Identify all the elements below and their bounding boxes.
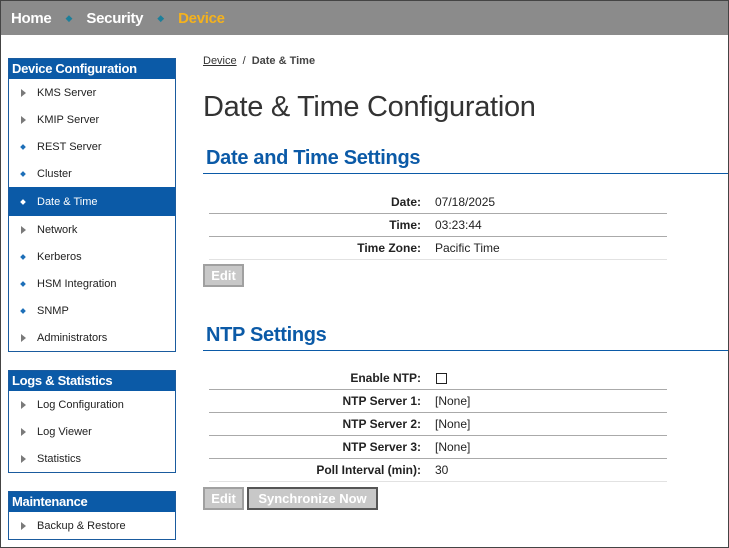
- field-label: NTP Server 3:: [342, 440, 422, 454]
- ntp-server-2-value: [None]: [435, 417, 471, 431]
- ntp-server-1-value: [None]: [435, 394, 471, 408]
- sidebar-item-backup-restore[interactable]: Backup & Restore: [9, 512, 175, 539]
- time-value: 03:23:44: [435, 218, 482, 232]
- date-time-settings-heading: Date and Time Settings: [203, 147, 728, 174]
- table-row: NTP Server 1: [None]: [209, 390, 667, 413]
- triangle-right-icon: [20, 88, 26, 97]
- diamond-bullet-icon: [20, 253, 26, 260]
- sidebar-item-date-time[interactable]: Date & Time: [9, 187, 175, 216]
- diamond-bullet-icon: [20, 280, 26, 287]
- device-configuration-panel: Device Configuration KMS Server KMIP Ser…: [8, 58, 176, 352]
- sidebar-item-administrators[interactable]: Administrators: [9, 324, 175, 351]
- ntp-settings-heading: NTP Settings: [203, 324, 728, 351]
- diamond-bullet-icon: [20, 170, 26, 177]
- sidebar-item-hsm-integration[interactable]: HSM Integration: [9, 270, 175, 297]
- field-label: NTP Server 2:: [342, 417, 422, 431]
- sidebar-item-kms-server[interactable]: KMS Server: [9, 79, 175, 106]
- triangle-right-icon: [20, 225, 26, 234]
- sidebar-item-network[interactable]: Network: [9, 216, 175, 243]
- sidebar-item-statistics[interactable]: Statistics: [9, 445, 175, 472]
- date-value: 07/18/2025: [435, 195, 496, 209]
- date-time-settings-table: Date: 07/18/2025 Time: 03:23:44 Time Zon…: [209, 191, 667, 260]
- table-row: Poll Interval (min): 30: [209, 459, 667, 482]
- breadcrumb: Device / Date & Time: [203, 55, 315, 67]
- field-label: NTP Server 1:: [342, 394, 422, 408]
- nav-separator-icon: ◆: [157, 12, 165, 23]
- field-label: Poll Interval (min):: [316, 463, 421, 477]
- triangle-right-icon: [20, 454, 26, 463]
- top-nav-bar: Home ◆ Security ◆ Device: [1, 1, 728, 35]
- diamond-bullet-icon: [20, 143, 26, 150]
- ntp-server-3-value: [None]: [435, 440, 471, 454]
- table-row: NTP Server 3: [None]: [209, 436, 667, 459]
- breadcrumb-device-link[interactable]: Device: [203, 55, 237, 67]
- panel-title: Device Configuration: [9, 59, 175, 79]
- diamond-bullet-icon: [20, 198, 26, 205]
- nav-separator-icon: ◆: [65, 12, 73, 23]
- nav-home[interactable]: Home: [11, 10, 52, 27]
- field-label: Enable NTP:: [350, 371, 421, 385]
- sidebar-item-snmp[interactable]: SNMP: [9, 297, 175, 324]
- diamond-bullet-icon: [20, 307, 26, 314]
- field-label: Time Zone:: [357, 241, 421, 255]
- table-row: Time: 03:23:44: [209, 214, 667, 237]
- ntp-settings-table: Enable NTP: NTP Server 1: [None] NTP Ser…: [209, 367, 667, 482]
- sidebar-item-kerberos[interactable]: Kerberos: [9, 243, 175, 270]
- field-label: Time:: [389, 218, 421, 232]
- panel-title: Maintenance: [9, 492, 175, 512]
- synchronize-now-button[interactable]: Synchronize Now: [247, 487, 378, 510]
- sidebar-item-rest-server[interactable]: REST Server: [9, 133, 175, 160]
- page-title: Date & Time Configuration: [203, 91, 536, 123]
- triangle-right-icon: [20, 521, 26, 530]
- triangle-right-icon: [20, 333, 26, 342]
- table-row: NTP Server 2: [None]: [209, 413, 667, 436]
- table-row: Enable NTP:: [209, 367, 667, 390]
- table-row: Date: 07/18/2025: [209, 191, 667, 214]
- breadcrumb-current: Date & Time: [251, 55, 316, 67]
- maintenance-panel: Maintenance Backup & Restore: [8, 491, 176, 540]
- date-time-edit-button[interactable]: Edit: [203, 264, 244, 287]
- poll-interval-value: 30: [435, 463, 449, 477]
- ntp-edit-button[interactable]: Edit: [203, 487, 244, 510]
- field-label: Date:: [390, 195, 421, 209]
- sidebar-item-log-viewer[interactable]: Log Viewer: [9, 418, 175, 445]
- panel-title: Logs & Statistics: [9, 371, 175, 391]
- triangle-right-icon: [20, 427, 26, 436]
- app-window: Home ◆ Security ◆ Device Device Configur…: [0, 0, 729, 548]
- time-zone-value: Pacific Time: [435, 241, 500, 255]
- table-row: Time Zone: Pacific Time: [209, 237, 667, 260]
- enable-ntp-checkbox[interactable]: [436, 372, 447, 384]
- nav-security[interactable]: Security: [86, 10, 143, 27]
- sidebar-item-kmip-server[interactable]: KMIP Server: [9, 106, 175, 133]
- breadcrumb-separator: /: [242, 55, 246, 67]
- logs-statistics-panel: Logs & Statistics Log Configuration Log …: [8, 370, 176, 473]
- sidebar-item-cluster[interactable]: Cluster: [9, 160, 175, 187]
- triangle-right-icon: [20, 400, 26, 409]
- sidebar-item-log-configuration[interactable]: Log Configuration: [9, 391, 175, 418]
- triangle-right-icon: [20, 115, 26, 124]
- nav-device[interactable]: Device: [178, 10, 225, 27]
